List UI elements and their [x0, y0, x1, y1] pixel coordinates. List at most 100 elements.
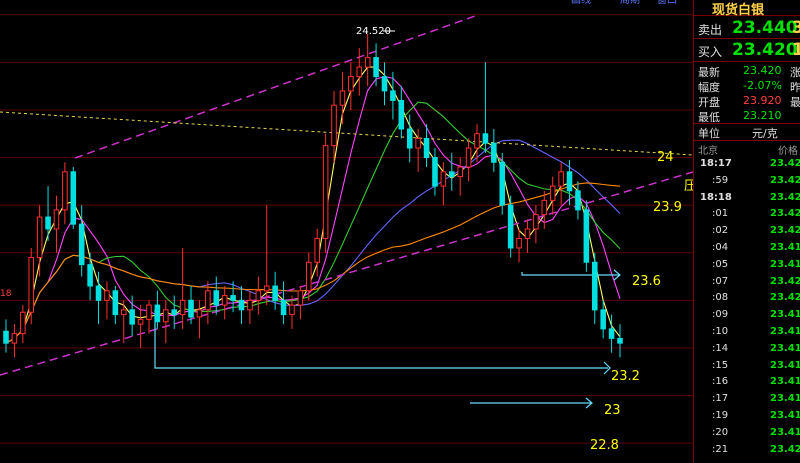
candle-body [120, 309, 127, 316]
tick-time: :16 [712, 376, 729, 388]
candle-body [314, 237, 320, 263]
candle-body [70, 171, 77, 225]
unit-row: 单位 元/克 [694, 124, 800, 140]
candle-body [348, 76, 354, 92]
candles [3, 33, 623, 358]
candle-body [591, 261, 598, 311]
price-level-label: 23.6 [632, 274, 661, 289]
candle-body [112, 290, 119, 316]
stat-row: 最新 23.420 涨 [694, 63, 800, 79]
quote-panel: 现货白银 卖出 23.440 3 买入 23.420 1 最新 23.420 涨… [693, 0, 800, 463]
tick-price: 23.419 [770, 359, 800, 371]
candle-body [474, 133, 480, 149]
tick-price: 23.424 [770, 174, 800, 186]
unit-label: 单位 [698, 127, 720, 140]
support-23.6-line [521, 272, 620, 276]
menu-draw-line[interactable]: 画线 [571, 0, 591, 6]
candle-body [272, 285, 278, 301]
support-23.2-line [154, 310, 608, 369]
buy-price: 23.420 [732, 40, 798, 60]
candle-body [280, 299, 287, 316]
tick-row: :21 23.422 [694, 444, 800, 460]
tick-price: 23.422 [770, 208, 800, 220]
candle-body [78, 223, 85, 266]
candle-body [36, 216, 43, 258]
candle-body [533, 214, 539, 230]
upper-channel-line [74, 15, 476, 159]
tick-time: :02 [712, 225, 729, 237]
candle-body [28, 256, 35, 313]
candle-body [373, 57, 379, 78]
candle-body [146, 304, 152, 320]
candle-body [432, 157, 438, 187]
candle-body [205, 290, 211, 311]
tick-price: 23.422 [770, 292, 800, 304]
candle-body [415, 138, 421, 149]
candle-body [608, 328, 615, 339]
tick-price: 23.417 [770, 326, 800, 337]
tick-time: :19 [712, 410, 729, 421]
candle-body [566, 171, 573, 192]
tick-row: :20 23.419 [694, 427, 800, 443]
buy-row[interactable]: 买入 23.420 1 [694, 40, 800, 62]
tick-row: :02 23.423 [694, 225, 800, 241]
tick-time: :04 [712, 242, 729, 253]
price-level-label: 23.2 [611, 369, 640, 384]
candle-body [53, 209, 60, 230]
city-label: 北京 [698, 146, 718, 157]
candle-body [356, 66, 363, 78]
candle-body [322, 145, 329, 239]
tick-time: :17 [712, 393, 729, 405]
tick-row: :04 23.419 [694, 242, 800, 258]
candle-body [465, 147, 472, 168]
tick-price: 23.417 [770, 258, 800, 270]
stat-row: 开盘 23.920 最 [694, 93, 800, 109]
tick-price: 23.419 [770, 410, 800, 421]
candle-body [129, 309, 135, 325]
tick-row: 18:17 23.429 [694, 158, 800, 174]
candle-body [524, 228, 531, 239]
tick-time: :01 [712, 208, 729, 220]
candle-body [331, 104, 337, 147]
stat-row: 最低 23.210 [694, 108, 800, 124]
tick-price: 23.423 [770, 225, 800, 237]
tick-price: 23.417 [770, 376, 800, 388]
stat-value: 23.210 [743, 109, 782, 122]
tick-row: :14 23.417 [694, 343, 800, 359]
candle-body [549, 185, 556, 201]
candle-body [491, 142, 497, 163]
candle-body [398, 99, 405, 130]
tick-row: 18:18 23.424 [694, 192, 800, 208]
candle-body [45, 216, 51, 230]
candle-body [154, 304, 161, 323]
candle-body [213, 290, 220, 306]
candle-body [423, 138, 430, 159]
candle-body [600, 309, 606, 330]
menu-window[interactable]: 窗口 [657, 0, 677, 6]
candle-body [171, 309, 178, 316]
sell-extra: 3 [792, 18, 800, 38]
tick-time: :09 [712, 309, 729, 321]
candle-body [516, 237, 522, 249]
lower-channel-line [0, 171, 693, 376]
stat-value: 23.420 [743, 64, 782, 77]
menu-period[interactable]: 周期 [620, 0, 640, 6]
tick-row: :10 23.417 [694, 326, 800, 342]
candlestick-chart: 24 23.9 23.6 23.2 23 22.8 24.520 18 压力 画线 周期 … [0, 0, 693, 453]
sell-row[interactable]: 卖出 23.440 3 [694, 18, 800, 40]
candle-body [448, 171, 455, 178]
tick-price: 23.419 [770, 393, 800, 405]
tick-time: :10 [712, 326, 729, 337]
tick-header: 北京 价格 [694, 141, 800, 157]
tick-price: 23.419 [770, 426, 800, 438]
tick-row: :15 23.419 [694, 360, 800, 376]
candle-body [457, 166, 463, 178]
top-menu[interactable]: 画线 周期 窗口 [571, 0, 677, 6]
candle-body [558, 171, 564, 187]
tick-price: 23.429 [770, 158, 800, 169]
candle-body [179, 299, 186, 316]
candle-body [499, 161, 506, 206]
tick-row: :07 23.422 [694, 276, 800, 292]
candle-body [306, 261, 312, 292]
tick-time: :14 [712, 342, 729, 354]
